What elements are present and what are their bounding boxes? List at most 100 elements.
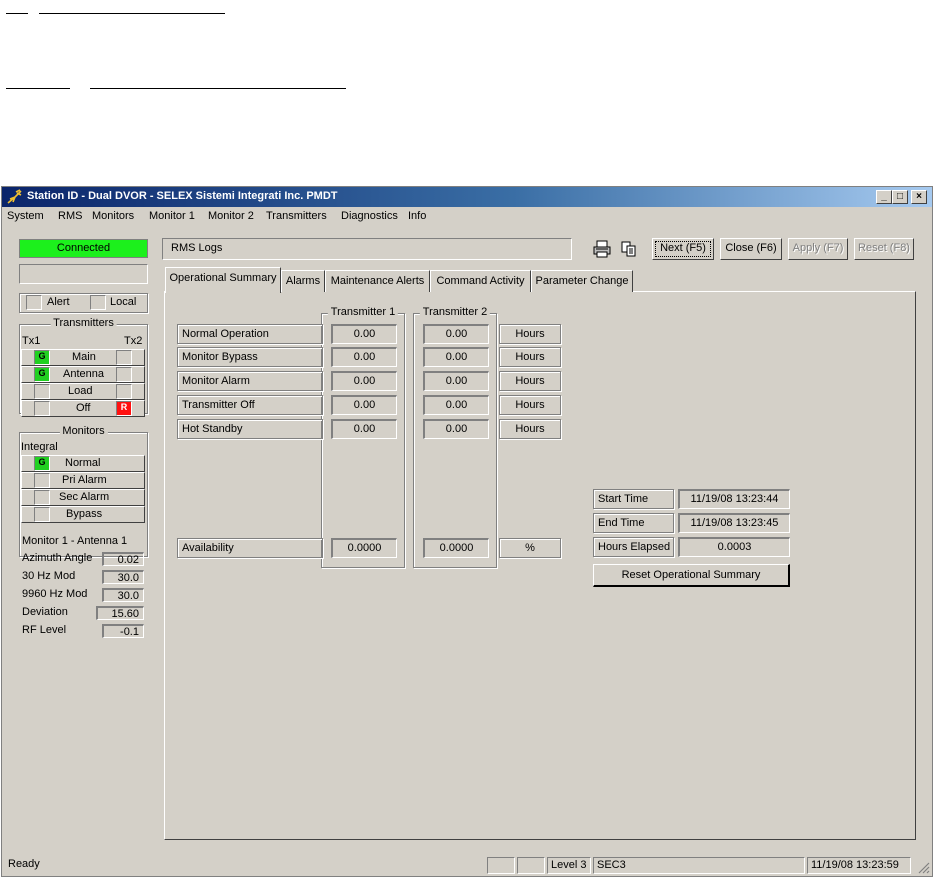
bypass-indicator (34, 507, 50, 522)
monitor-row-label: Pri Alarm (62, 474, 107, 486)
monitors-title: Monitors (59, 425, 108, 437)
menu-info[interactable]: Info (408, 210, 426, 222)
antenna-icon (7, 189, 22, 204)
reset-operational-summary-button[interactable]: Reset Operational Summary (593, 564, 790, 587)
tx2-hot-standby: 0.00 (423, 419, 489, 439)
transmitter-1-header: Transmitter 1 (327, 306, 399, 318)
row-label-availability: Availability (177, 538, 323, 558)
param-label: 9960 Hz Mod (22, 588, 88, 600)
top-rule-4 (90, 88, 346, 89)
resize-grip-icon[interactable] (918, 862, 930, 874)
menu-monitor-2[interactable]: Monitor 2 (208, 210, 254, 222)
menu-system[interactable]: System (7, 210, 44, 222)
menu-bar: System RMS Monitors Monitor 1 Monitor 2 … (2, 207, 932, 226)
minimize-button[interactable]: _ (876, 190, 892, 204)
end-time-value: 11/19/08 13:23:45 (678, 513, 790, 533)
param-label: RF Level (22, 624, 67, 636)
unit-hours: Hours (499, 347, 561, 367)
tab-alarms[interactable]: Alarms (281, 270, 325, 292)
monitor-row-label: Bypass (66, 508, 103, 520)
close-button[interactable]: Close (F6) (720, 238, 782, 260)
tx-row-label: Antenna (63, 368, 104, 380)
copy-button[interactable] (619, 240, 639, 258)
transmitters-title: Transmitters (50, 317, 117, 329)
tx2-monitor-alarm: 0.00 (423, 371, 489, 391)
status-cell-empty-2 (517, 857, 545, 874)
title-bar[interactable]: Station ID - Dual DVOR - SELEX Sistemi I… (2, 187, 932, 207)
menu-diagnostics[interactable]: Diagnostics (341, 210, 398, 222)
hours-elapsed-label: Hours Elapsed (593, 537, 674, 557)
row-label-monitor-bypass: Monitor Bypass (177, 347, 323, 367)
status-text: Ready (8, 858, 40, 870)
param-value: 30.0 (102, 588, 144, 602)
param-value: 0.02 (102, 552, 144, 566)
integral-label: Integral (21, 441, 58, 453)
tab-command-activity[interactable]: Command Activity (430, 270, 531, 292)
param-label: 30 Hz Mod (22, 570, 76, 582)
tab-operational-summary[interactable]: Operational Summary (165, 267, 281, 293)
menu-monitors[interactable]: Monitors (92, 210, 134, 222)
tab-maintenance-alerts[interactable]: Maintenance Alerts (325, 270, 430, 292)
menu-monitor-1[interactable]: Monitor 1 (149, 210, 195, 222)
copy-icon (621, 241, 636, 257)
tx1-hot-standby: 0.00 (331, 419, 397, 439)
status-user: SEC3 (593, 857, 805, 874)
tab-parameter-change[interactable]: Parameter Change (531, 270, 633, 292)
param-deviation: Deviation 15.60 (19, 605, 146, 622)
reset-button[interactable]: Reset (F8) (854, 238, 914, 260)
end-time-label: End Time (593, 513, 674, 533)
tx1-antenna-indicator: G (34, 367, 50, 382)
monitor-row-label: Sec Alarm (59, 491, 110, 503)
row-label-transmitter-off: Transmitter Off (177, 395, 323, 415)
close-window-button[interactable]: × (911, 190, 927, 204)
next-button[interactable]: Next (F5) (652, 238, 714, 260)
tx1-main-indicator: G (34, 350, 50, 365)
page-title: RMS Logs (162, 238, 572, 260)
tx-row-label: Main (72, 351, 96, 363)
tx1-off-indicator (34, 401, 50, 416)
tx1-normal-operation: 0.00 (331, 324, 397, 344)
normal-indicator: G (34, 456, 50, 471)
tx2-off-indicator: R (116, 401, 132, 416)
alert-label: Alert (47, 296, 70, 308)
tx2-main-indicator (116, 350, 132, 365)
tx2-normal-operation: 0.00 (423, 324, 489, 344)
unit-hours: Hours (499, 324, 561, 344)
transmitter-2-header: Transmitter 2 (419, 306, 491, 318)
app-window: Station ID - Dual DVOR - SELEX Sistemi I… (1, 186, 933, 877)
status-bar: Ready Level 3 SEC3 11/19/08 13:23:59 (2, 854, 932, 876)
tx2-transmitter-off: 0.00 (423, 395, 489, 415)
tx1-availability: 0.0000 (331, 538, 397, 558)
alert-indicator (26, 295, 42, 310)
tx1-load-indicator (34, 384, 50, 399)
tx-row-label: Load (68, 385, 93, 397)
sec-alarm-indicator (34, 490, 50, 505)
unit-percent: % (499, 538, 561, 558)
monitor-subtitle: Monitor 1 - Antenna 1 (22, 535, 128, 547)
status-cell-empty-1 (487, 857, 515, 874)
top-rule-3 (6, 88, 70, 89)
local-label: Local (110, 296, 137, 308)
row-label-monitor-alarm: Monitor Alarm (177, 371, 323, 391)
param-9960hz-mod: 9960 Hz Mod 30.0 (19, 587, 146, 604)
maximize-button[interactable]: □ (892, 190, 908, 204)
param-value: 30.0 (102, 570, 144, 584)
printer-icon (593, 240, 611, 258)
window-title: Station ID - Dual DVOR - SELEX Sistemi I… (27, 190, 338, 202)
tx1-monitor-alarm: 0.00 (331, 371, 397, 391)
status-datetime: 11/19/08 13:23:59 (807, 857, 911, 874)
menu-rms[interactable]: RMS (58, 210, 82, 222)
param-value: 15.60 (96, 606, 144, 620)
print-button[interactable] (592, 240, 612, 258)
menu-transmitters[interactable]: Transmitters (266, 210, 327, 222)
tx1-monitor-bypass: 0.00 (331, 347, 397, 367)
row-label-normal-operation: Normal Operation (177, 324, 323, 344)
status-level: Level 3 (547, 857, 591, 874)
status-message-field (19, 264, 148, 284)
row-label-hot-standby: Hot Standby (177, 419, 323, 439)
start-time-value: 11/19/08 13:23:44 (678, 489, 790, 509)
param-azimuth-angle: Azimuth Angle 0.02 (19, 551, 146, 568)
hours-elapsed-value: 0.0003 (678, 537, 790, 557)
apply-button[interactable]: Apply (F7) (788, 238, 848, 260)
tx1-transmitter-off: 0.00 (331, 395, 397, 415)
